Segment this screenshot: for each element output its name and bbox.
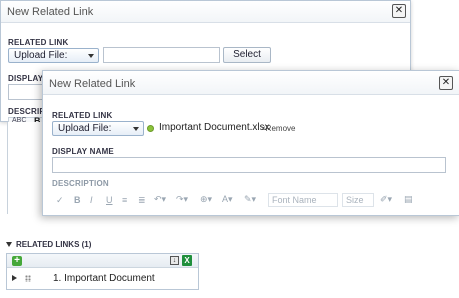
back-dialog-title: New Related Link — [7, 6, 94, 18]
front-dialog: New Related Link ✕ RELATED LINK Upload F… — [42, 70, 459, 216]
back-related-link-label: RELATED LINK — [8, 38, 69, 47]
collapse-icon — [6, 242, 12, 248]
related-links-title: RELATED LINKS (1) — [16, 240, 92, 249]
chevron-down-icon — [88, 54, 94, 58]
uploaded-file-name: Important Document.xlsx — [159, 122, 270, 133]
font-name-select[interactable]: Font Name — [268, 193, 338, 207]
add-icon[interactable]: + — [12, 256, 22, 266]
chevron-down-icon — [133, 127, 139, 131]
front-related-link-label: RELATED LINK — [52, 111, 113, 120]
list-item[interactable]: 1. Important Document — [7, 268, 198, 290]
upload-success-indicator — [147, 125, 154, 132]
underline-icon[interactable]: U — [106, 195, 113, 205]
spellcheck-icon[interactable]: ✓ — [56, 195, 64, 206]
front-display-name-label: DISPLAY NAME — [52, 147, 114, 156]
align-left-icon[interactable]: ≡ — [122, 195, 127, 205]
front-description-label: DESCRIPTION — [52, 179, 109, 188]
link-icon[interactable]: ⊕▾ — [200, 194, 212, 205]
download-icon[interactable]: ↓ — [170, 256, 179, 265]
italic-icon[interactable]: I — [90, 195, 93, 205]
back-file-path-input[interactable] — [103, 47, 220, 63]
remove-file-link[interactable]: ×Remove — [261, 124, 295, 133]
font-name-placeholder: Font Name — [272, 195, 317, 205]
align-center-icon[interactable]: ≣ — [138, 195, 146, 206]
source-icon[interactable]: ▤ — [404, 194, 413, 205]
related-links-panel: + ↓ X 1. Important Document — [6, 253, 199, 290]
redo-icon[interactable]: ↷▾ — [176, 194, 188, 205]
front-dialog-titlebar: New Related Link ✕ — [43, 71, 459, 95]
related-links-toolbar: + ↓ X — [7, 254, 198, 268]
back-dialog-titlebar: New Related Link ✕ — [1, 1, 410, 23]
excel-icon[interactable]: X — [182, 255, 192, 266]
front-dialog-close-icon[interactable]: ✕ — [439, 76, 453, 90]
highlight-icon[interactable]: ✎▾ — [244, 194, 256, 205]
front-upload-select-value: Upload File: — [58, 123, 112, 134]
front-upload-select[interactable]: Upload File: — [52, 121, 144, 136]
undo-icon[interactable]: ↶▾ — [154, 194, 166, 205]
bold-icon[interactable]: B — [74, 195, 81, 205]
back-dialog-close-icon[interactable]: ✕ — [392, 4, 406, 18]
back-upload-select[interactable]: Upload File: — [8, 48, 99, 63]
font-color-icon[interactable]: A▾ — [222, 194, 233, 205]
related-link-item-label[interactable]: 1. Important Document — [53, 273, 155, 284]
front-description-toolbar: ✓ B I U ≡ ≣ ↶▾ ↷▾ ⊕▾ A▾ ✎▾ Font Name Siz… — [52, 191, 446, 211]
related-links-header[interactable]: RELATED LINKS (1) — [6, 240, 91, 249]
back-description-editor[interactable] — [7, 122, 43, 214]
font-size-placeholder: Size — [346, 195, 364, 205]
select-button[interactable]: Select — [223, 47, 271, 63]
front-display-name-input[interactable] — [52, 157, 446, 173]
font-size-select[interactable]: Size — [342, 193, 374, 207]
back-upload-select-value: Upload File: — [14, 50, 68, 61]
brush-icon[interactable]: ✐▾ — [380, 194, 392, 205]
drag-handle-icon[interactable] — [25, 275, 31, 282]
expand-icon[interactable] — [12, 275, 17, 281]
front-dialog-title: New Related Link — [49, 78, 136, 90]
back-display-name-input[interactable] — [8, 84, 44, 100]
